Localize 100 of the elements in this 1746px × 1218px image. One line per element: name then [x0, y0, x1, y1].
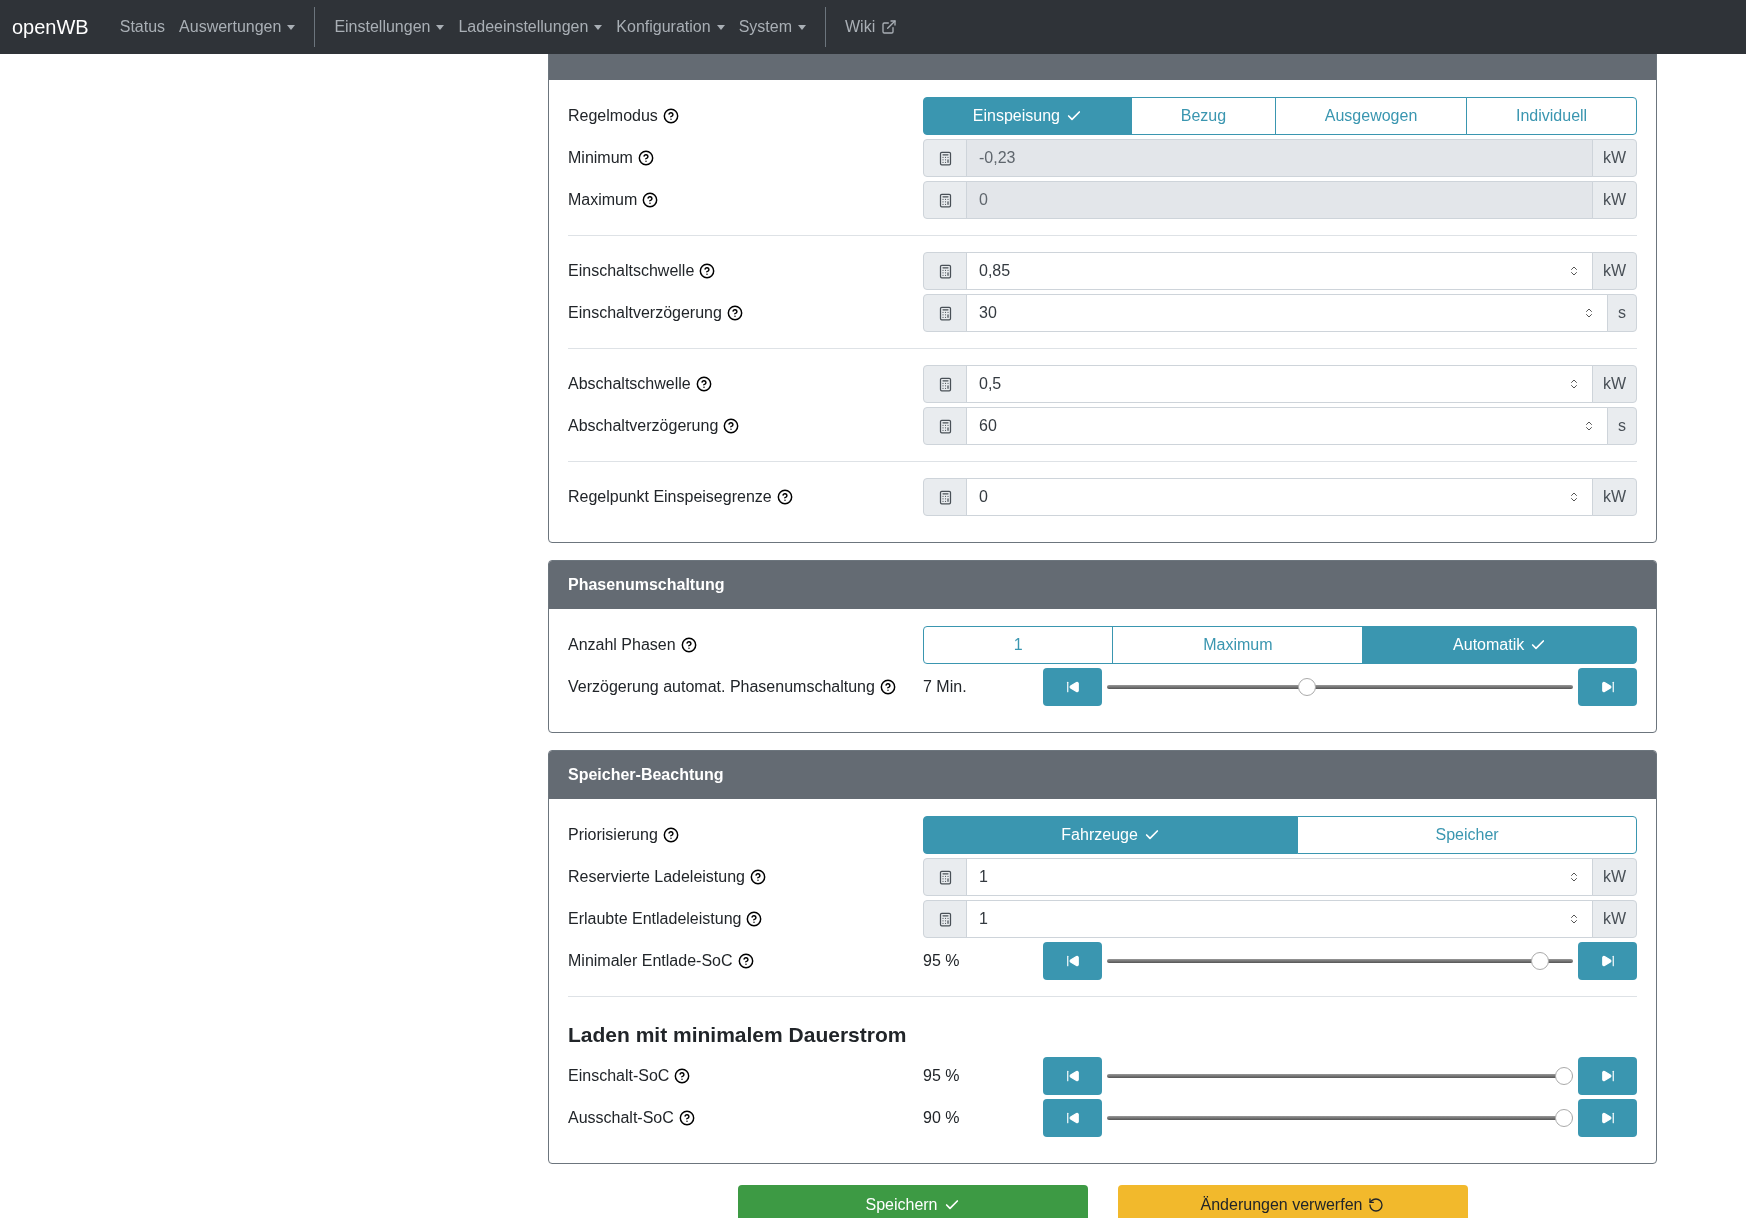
- nav-link[interactable]: Wiki: [838, 15, 905, 39]
- unit-addon: kW: [1591, 252, 1637, 290]
- slider-thumb[interactable]: [1554, 1109, 1573, 1127]
- decrease-button[interactable]: [1043, 1099, 1102, 1137]
- number-field[interactable]: 0,5: [966, 365, 1593, 403]
- field-label: Minimum: [568, 148, 633, 168]
- increase-button[interactable]: [1578, 1057, 1637, 1095]
- calculator-icon: [937, 418, 953, 434]
- help-icon[interactable]: [695, 376, 712, 392]
- field-label: Einschaltschwelle: [568, 261, 695, 281]
- field-label: Einschalt-SoC: [568, 1066, 670, 1086]
- caret-icon: [287, 24, 296, 30]
- discard-button[interactable]: Änderungen verwerfen: [1117, 1185, 1468, 1218]
- help-icon[interactable]: [879, 679, 896, 695]
- nav-link[interactable]: Ladeeinstellungen: [451, 15, 610, 39]
- calculator-icon: [937, 305, 953, 321]
- spinner-icon: [1583, 419, 1595, 433]
- increase-button[interactable]: [1578, 1099, 1637, 1137]
- nav-link[interactable]: System: [731, 15, 813, 39]
- unit-addon: kW: [1591, 858, 1637, 896]
- unit-addon: kW: [1591, 139, 1637, 177]
- unit-addon: kW: [1591, 478, 1637, 516]
- number-field[interactable]: -0,23: [966, 139, 1593, 177]
- unit-addon: kW: [1591, 181, 1637, 219]
- nav-link[interactable]: Konfiguration: [609, 15, 732, 39]
- caret-icon: [798, 24, 806, 30]
- decrease-button[interactable]: [1043, 942, 1102, 980]
- number-field[interactable]: 1: [966, 900, 1593, 938]
- help-icon[interactable]: [662, 827, 679, 843]
- unit-addon: s: [1607, 407, 1637, 445]
- help-icon[interactable]: [723, 418, 740, 434]
- calculator-icon: [937, 150, 953, 166]
- increase-button[interactable]: [1578, 942, 1637, 980]
- slider-thumb[interactable]: [1298, 678, 1317, 696]
- nav-link[interactable]: Einstellungen: [327, 15, 452, 39]
- skip-end-icon: [1600, 680, 1615, 694]
- help-icon[interactable]: [750, 869, 766, 885]
- help-icon[interactable]: [699, 263, 716, 279]
- segment-button[interactable]: Individuell: [1466, 97, 1638, 135]
- help-icon[interactable]: [746, 911, 763, 927]
- segment-button[interactable]: Automatik: [1362, 626, 1637, 664]
- calculator-icon: [937, 263, 953, 279]
- number-field[interactable]: 0: [966, 478, 1593, 516]
- slider-thumb[interactable]: [1554, 1067, 1573, 1085]
- skip-end-icon: [1600, 954, 1615, 968]
- field-label: Ausschalt-SoC: [568, 1108, 674, 1128]
- unit-addon: kW: [1591, 365, 1637, 403]
- increase-button[interactable]: [1578, 668, 1637, 706]
- brand-logo[interactable]: openWB: [12, 12, 89, 42]
- help-icon[interactable]: [680, 637, 697, 653]
- spinner-icon: [1583, 306, 1595, 320]
- number-field[interactable]: 0: [966, 181, 1593, 219]
- help-icon[interactable]: [637, 150, 654, 166]
- segment-button[interactable]: Bezug: [1130, 97, 1276, 135]
- help-icon[interactable]: [674, 1068, 691, 1084]
- calculator-icon: [937, 911, 953, 927]
- segment-button[interactable]: 1: [923, 626, 1114, 664]
- help-icon[interactable]: [726, 305, 743, 321]
- external-link-icon: [881, 19, 898, 35]
- help-icon[interactable]: [737, 953, 754, 969]
- help-icon[interactable]: [678, 1110, 695, 1126]
- field-label: Anzahl Phasen: [568, 635, 676, 655]
- number-field[interactable]: 60: [966, 407, 1608, 445]
- unit-addon: s: [1607, 294, 1637, 332]
- decrease-button[interactable]: [1043, 1057, 1102, 1095]
- skip-start-icon: [1065, 1111, 1080, 1125]
- field-label: Reservierte Ladeleistung: [568, 867, 745, 887]
- save-button[interactable]: Speichern: [737, 1185, 1088, 1218]
- section-heading: Laden mit minimalem Dauerstrom: [568, 1022, 907, 1049]
- field-label: Regelmodus: [568, 106, 658, 126]
- number-field[interactable]: 30: [966, 294, 1608, 332]
- unit-addon: kW: [1591, 900, 1637, 938]
- segment-button[interactable]: Ausgewogen: [1274, 97, 1468, 135]
- slider-value: 95 %: [923, 1066, 961, 1086]
- calculator-icon: [937, 376, 953, 392]
- number-field[interactable]: 1: [966, 858, 1593, 896]
- segment-button[interactable]: Speicher: [1297, 816, 1637, 854]
- slider-value: 7 Min.: [923, 677, 968, 697]
- field-label: Abschaltverzögerung: [568, 416, 719, 436]
- nav-link[interactable]: Status: [112, 15, 173, 39]
- help-icon[interactable]: [662, 108, 679, 124]
- field-label: Minimaler Entlade-SoC: [568, 951, 733, 971]
- card-title: Phasenumschaltung: [568, 575, 725, 595]
- segment-button[interactable]: Maximum: [1112, 626, 1364, 664]
- skip-start-icon: [1065, 680, 1080, 694]
- decrease-button[interactable]: [1043, 668, 1102, 706]
- help-icon[interactable]: [642, 192, 659, 208]
- field-label: Erlaubte Entladeleistung: [568, 909, 742, 929]
- nav-link[interactable]: Auswertungen: [172, 15, 303, 39]
- number-field[interactable]: 0,85: [966, 252, 1593, 290]
- field-label: Einschaltverzögerung: [568, 303, 722, 323]
- segment-button[interactable]: Fahrzeuge: [923, 816, 1299, 854]
- slider-thumb[interactable]: [1531, 952, 1550, 970]
- field-label: Maximum: [568, 190, 638, 210]
- calculator-icon: [937, 192, 953, 208]
- segment-button[interactable]: Einspeisung: [923, 97, 1132, 135]
- card-title: Speicher-Beachtung: [568, 765, 724, 785]
- field-label: Verzögerung automat. Phasenumschaltung: [568, 677, 875, 697]
- help-icon[interactable]: [776, 489, 793, 505]
- skip-start-icon: [1065, 954, 1080, 968]
